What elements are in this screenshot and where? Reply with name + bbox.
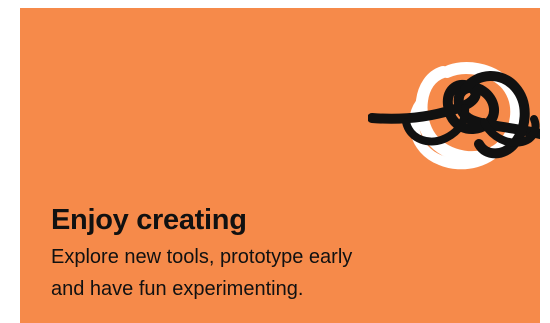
scribble-loop-icon xyxy=(368,62,540,170)
card-content: Enjoy creating Explore new tools, protot… xyxy=(51,203,521,305)
card-title: Enjoy creating xyxy=(51,204,247,236)
page: Enjoy creating Explore new tools, protot… xyxy=(0,0,550,323)
card-description: Explore new tools, prototype early and h… xyxy=(51,241,521,305)
card-description-line-2: and have fun experimenting. xyxy=(51,278,304,300)
card-description-line-1: Explore new tools, prototype early xyxy=(51,246,353,268)
feature-card: Enjoy creating Explore new tools, protot… xyxy=(20,8,540,323)
